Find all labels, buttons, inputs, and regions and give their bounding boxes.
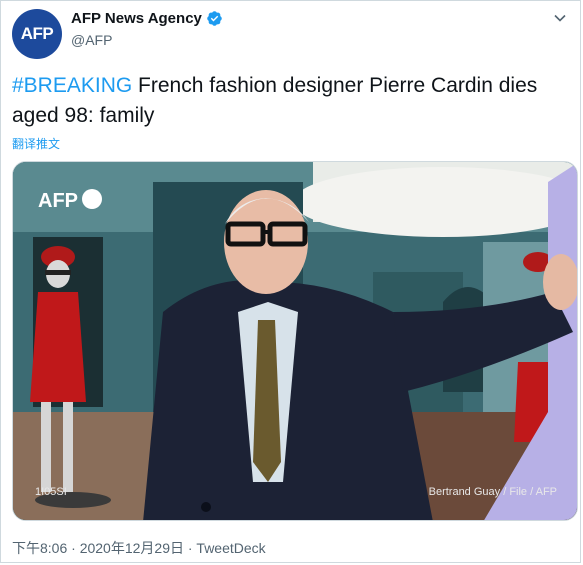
photo-watermark: AFP xyxy=(38,190,78,212)
account-handle[interactable]: @AFP xyxy=(71,32,112,48)
account-name-row: AFP News Agency xyxy=(71,10,223,27)
translate-tweet-link[interactable]: 翻译推文 xyxy=(12,135,60,152)
tweet-source[interactable]: TweetDeck xyxy=(196,540,265,556)
hashtag-link[interactable]: #BREAKING xyxy=(12,74,132,97)
verified-badge-icon xyxy=(207,11,222,26)
tweet-text: #BREAKING French fashion designer Pierre… xyxy=(12,71,572,131)
more-options-icon[interactable] xyxy=(553,11,567,25)
photo-illustration: AFP 1I05SI Bertrand Guay / File / AFP xyxy=(13,162,577,520)
tweet-card: AFP AFP News Agency @AFP #BREAKING Frenc… xyxy=(0,0,581,563)
account-name[interactable]: AFP News Agency xyxy=(71,10,202,27)
tweet-timestamp[interactable]: 下午8:06 · 2020年12月29日 · xyxy=(12,540,196,556)
avatar-label: AFP xyxy=(20,24,54,43)
tweet-photo[interactable]: AFP 1I05SI Bertrand Guay / File / AFP xyxy=(12,161,578,521)
tweet-metadata: 下午8:06 · 2020年12月29日 · TweetDeck xyxy=(12,538,266,558)
avatar[interactable]: AFP xyxy=(12,9,62,59)
photo-code: 1I05SI xyxy=(35,486,67,498)
photo-watermark-dot xyxy=(82,189,102,209)
photo-credit: Bertrand Guay / File / AFP xyxy=(429,486,557,498)
